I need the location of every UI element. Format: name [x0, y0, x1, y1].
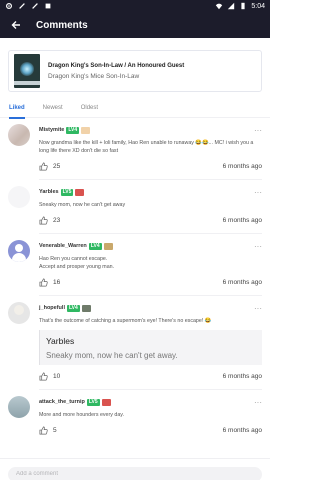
add-comment-bar	[0, 458, 270, 480]
status-time: 5:04	[251, 2, 265, 10]
comment-text: More and more hounders every day.	[39, 412, 124, 418]
level-badge: LV5	[60, 188, 74, 196]
level-badge: LV5	[86, 398, 100, 406]
divider	[39, 233, 262, 234]
wifi-icon	[216, 3, 223, 10]
app-bar: Comments	[0, 12, 270, 38]
sort-tabs: Liked Newest Oldest	[0, 98, 270, 119]
wrench-icon	[19, 3, 25, 9]
gear-icon	[6, 2, 12, 9]
like-count: 23	[53, 216, 61, 224]
thumbs-up-icon[interactable]	[39, 426, 48, 435]
badge-icon	[103, 242, 113, 250]
notification-icon	[45, 3, 51, 9]
arrow-left-icon	[11, 21, 20, 29]
like-count: 25	[53, 162, 61, 170]
comment-text: Sneaky mom, now he can't get away	[39, 202, 126, 208]
comment-item: j_hopefull LV4 ··· That's the outcome of…	[8, 296, 262, 390]
avatar[interactable]	[8, 240, 30, 262]
divider	[39, 179, 262, 180]
battery-icon	[241, 2, 245, 10]
more-options-button[interactable]: ···	[254, 242, 262, 251]
more-options-button[interactable]: ···	[254, 126, 262, 135]
tab-oldest[interactable]: Oldest	[81, 98, 98, 118]
comment-time: 6 months ago	[222, 278, 262, 286]
comment-text: Now grandma like the kill + loli family,…	[39, 140, 254, 154]
book-cover	[14, 54, 40, 88]
badge-icon	[101, 398, 111, 406]
thumbs-up-icon[interactable]	[39, 278, 48, 287]
comment-author[interactable]: Venerable_Warren	[39, 243, 87, 249]
badge-icon	[81, 304, 91, 312]
thumbs-up-icon[interactable]	[39, 372, 48, 381]
comment-item: attack_the_turnip LV5 ··· More and more …	[8, 390, 262, 435]
comment-item: Yarbles LV5 ··· Sneaky mom, now he can't…	[8, 180, 262, 234]
like-count: 5	[53, 426, 57, 434]
more-options-button[interactable]: ···	[254, 398, 262, 407]
avatar[interactable]	[8, 186, 30, 208]
like-count: 10	[53, 372, 61, 380]
avatar[interactable]	[8, 124, 30, 146]
badge-icon	[81, 126, 91, 134]
comment-time: 6 months ago	[222, 216, 262, 224]
book-card[interactable]: Dragon King's Son-In-Law / An Honoured G…	[8, 50, 262, 92]
divider	[39, 389, 262, 390]
signal-icon	[228, 2, 235, 10]
comment-list: Mistymite LV4 ··· Now grandma like the k…	[0, 118, 270, 435]
level-badge: LV4	[66, 304, 80, 312]
quoted-author: Yarbles	[46, 336, 75, 346]
tab-newest[interactable]: Newest	[43, 98, 63, 118]
status-bar: 5:04	[0, 0, 270, 12]
comment-item: Venerable_Warren LV4 ··· Hao Ren you can…	[8, 234, 262, 296]
badge-icon	[75, 188, 85, 196]
level-badge: LV4	[88, 242, 102, 250]
comment-author[interactable]: Mistymite	[39, 127, 64, 133]
thumbs-up-icon[interactable]	[39, 216, 48, 225]
comment-time: 6 months ago	[222, 426, 262, 434]
thumbs-up-icon[interactable]	[39, 162, 48, 171]
comment-text: That's the outcome of catching a supermo…	[39, 318, 212, 324]
comment-item: Mistymite LV4 ··· Now grandma like the k…	[8, 118, 262, 180]
add-comment-input[interactable]	[8, 466, 262, 480]
level-badge: LV4	[66, 126, 80, 134]
tab-liked[interactable]: Liked	[9, 98, 25, 119]
comment-time: 6 months ago	[222, 162, 262, 170]
wrench-icon	[32, 3, 38, 9]
more-options-button[interactable]: ···	[254, 304, 262, 313]
avatar[interactable]	[8, 302, 30, 324]
like-count: 16	[53, 278, 61, 286]
comment-text: Hao Ren you cannot escape. Accept and pr…	[39, 256, 115, 270]
divider	[39, 295, 262, 296]
quoted-comment[interactable]: Yarbles Sneaky mom, now he can't get awa…	[39, 330, 262, 365]
comment-time: 6 months ago	[222, 372, 262, 380]
comment-author[interactable]: j_hopefull	[39, 305, 65, 311]
book-subtitle: Dragon King's Mice Son-In-Law	[48, 72, 140, 80]
quoted-text: Sneaky mom, now he can't get away.	[46, 351, 178, 360]
book-title: Dragon King's Son-In-Law / An Honoured G…	[48, 62, 185, 69]
avatar[interactable]	[8, 396, 30, 418]
comment-author[interactable]: Yarbles	[39, 189, 59, 195]
back-button[interactable]	[8, 17, 24, 33]
comment-author[interactable]: attack_the_turnip	[39, 399, 85, 405]
page-title: Comments	[36, 19, 88, 31]
more-options-button[interactable]: ···	[254, 188, 262, 197]
